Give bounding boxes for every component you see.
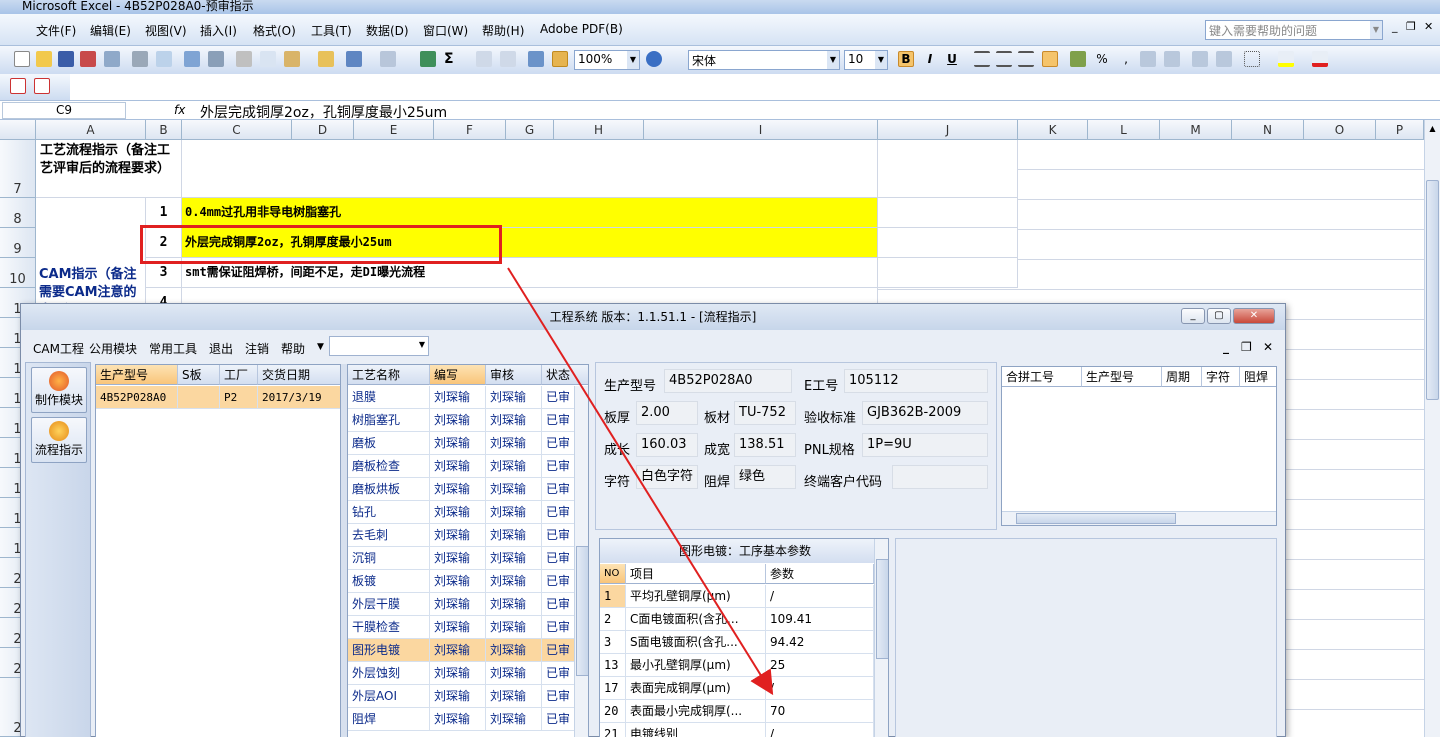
annotation-arrow [507,267,774,696]
